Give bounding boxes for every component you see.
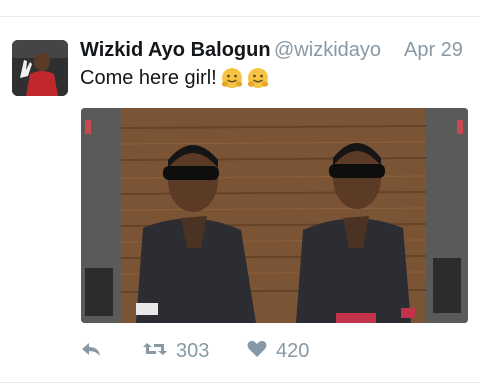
retweet-button[interactable]: 303	[142, 337, 209, 365]
like-count: 420	[276, 339, 310, 362]
retweet-count: 303	[176, 339, 210, 362]
bottom-divider	[0, 382, 480, 383]
tweet-card[interactable]: Wizkid Ayo Balogun @wizkidayo Apr 29 Com…	[0, 0, 480, 387]
tweet-date[interactable]: Apr 29	[404, 39, 463, 62]
tweet-photo[interactable]	[81, 108, 468, 323]
user-handle[interactable]: @wizkidayo	[274, 39, 381, 62]
hugging-face-emoji-icon	[247, 67, 269, 89]
reply-icon	[80, 338, 102, 365]
retweet-icon	[142, 338, 168, 365]
like-button[interactable]: 420	[246, 337, 309, 365]
tweet-text-row: Come here girl!	[80, 66, 269, 90]
top-divider	[0, 16, 480, 17]
tweet-text: Come here girl!	[80, 66, 217, 89]
display-name[interactable]: Wizkid Ayo Balogun	[80, 39, 271, 62]
hugging-face-emoji-icon	[221, 67, 243, 89]
reply-button[interactable]	[80, 337, 102, 365]
avatar[interactable]	[12, 40, 68, 96]
tweet-actions: 303 420	[0, 337, 480, 365]
heart-icon	[246, 338, 268, 365]
